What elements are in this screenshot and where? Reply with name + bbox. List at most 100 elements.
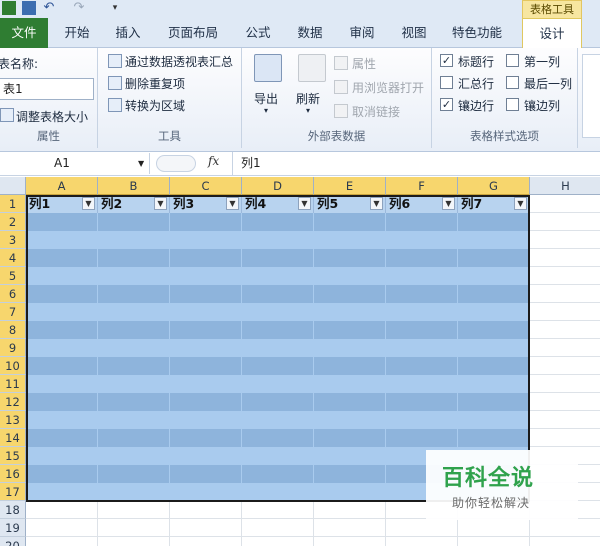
- table-cell[interactable]: [170, 213, 242, 231]
- table-cell[interactable]: [98, 357, 170, 375]
- row-header[interactable]: 12: [0, 393, 26, 411]
- table-cell[interactable]: [98, 285, 170, 303]
- resize-table-button[interactable]: 调整表格大小: [16, 108, 88, 125]
- last-column-checkbox[interactable]: [506, 76, 519, 89]
- row-header[interactable]: 15: [0, 447, 26, 465]
- table-cell[interactable]: [458, 321, 530, 339]
- sheet-cell[interactable]: [530, 375, 600, 393]
- banded-columns-checkbox[interactable]: [506, 98, 519, 111]
- table-cell[interactable]: [98, 249, 170, 267]
- table-cell[interactable]: [458, 303, 530, 321]
- sheet-cell[interactable]: [530, 321, 600, 339]
- remove-duplicates-button[interactable]: 删除重复项: [125, 75, 185, 92]
- sheet-cell[interactable]: [98, 537, 170, 546]
- table-cell[interactable]: [98, 339, 170, 357]
- table-cell[interactable]: [26, 429, 98, 447]
- table-cell[interactable]: [242, 393, 314, 411]
- sheet-cell[interactable]: [530, 411, 600, 429]
- table-cell[interactable]: [26, 303, 98, 321]
- table-cell[interactable]: [170, 357, 242, 375]
- table-cell[interactable]: [242, 339, 314, 357]
- table-cell[interactable]: [26, 465, 98, 483]
- sheet-cell[interactable]: [458, 519, 530, 537]
- table-cell[interactable]: [386, 267, 458, 285]
- table-cell[interactable]: [26, 249, 98, 267]
- row-header[interactable]: 19: [0, 519, 26, 537]
- table-cell[interactable]: [314, 249, 386, 267]
- table-cell[interactable]: [386, 357, 458, 375]
- table-cell[interactable]: [458, 285, 530, 303]
- row-header[interactable]: 3: [0, 231, 26, 249]
- column-header-g[interactable]: G: [458, 177, 530, 195]
- filter-dropdown-icon[interactable]: ▼: [298, 197, 311, 210]
- row-header[interactable]: 5: [0, 267, 26, 285]
- sheet-cell[interactable]: [170, 519, 242, 537]
- table-cell[interactable]: [386, 231, 458, 249]
- save-icon[interactable]: [22, 1, 36, 15]
- table-cell[interactable]: [458, 249, 530, 267]
- table-cell[interactable]: [170, 267, 242, 285]
- tab-page-layout[interactable]: 页面布局: [160, 18, 226, 48]
- sheet-cell[interactable]: [98, 501, 170, 519]
- sheet-cell[interactable]: [530, 195, 600, 213]
- name-box[interactable]: A1 ▼: [0, 153, 150, 174]
- sheet-cell[interactable]: [314, 519, 386, 537]
- table-cell[interactable]: [26, 231, 98, 249]
- table-cell[interactable]: [242, 249, 314, 267]
- refresh-dropdown-icon[interactable]: ▾: [306, 106, 310, 115]
- table-cell[interactable]: [170, 303, 242, 321]
- table-header-cell[interactable]: 列4 ▼: [242, 195, 314, 213]
- table-cell[interactable]: [170, 483, 242, 501]
- table-cell[interactable]: [26, 285, 98, 303]
- formula-bar-splitter[interactable]: [156, 155, 196, 172]
- row-header[interactable]: 7: [0, 303, 26, 321]
- tab-view[interactable]: 视图: [392, 18, 436, 48]
- table-cell[interactable]: [458, 339, 530, 357]
- table-cell[interactable]: [26, 393, 98, 411]
- banded-rows-checkbox[interactable]: ✓: [440, 98, 453, 111]
- table-cell[interactable]: [170, 429, 242, 447]
- table-cell[interactable]: [98, 429, 170, 447]
- sheet-cell[interactable]: [386, 519, 458, 537]
- table-styles-gallery[interactable]: [582, 54, 600, 138]
- table-header-cell[interactable]: 列6 ▼: [386, 195, 458, 213]
- table-cell[interactable]: [170, 465, 242, 483]
- tab-insert[interactable]: 插入: [106, 18, 150, 48]
- tab-design[interactable]: 设计: [522, 18, 582, 49]
- filter-dropdown-icon[interactable]: ▼: [514, 197, 527, 210]
- row-header[interactable]: 13: [0, 411, 26, 429]
- sheet-cell[interactable]: [26, 519, 98, 537]
- table-cell[interactable]: [26, 411, 98, 429]
- table-cell[interactable]: [386, 375, 458, 393]
- table-cell[interactable]: [458, 231, 530, 249]
- table-cell[interactable]: [386, 303, 458, 321]
- table-cell[interactable]: [26, 483, 98, 501]
- tab-review[interactable]: 审阅: [340, 18, 384, 48]
- table-cell[interactable]: [242, 375, 314, 393]
- table-cell[interactable]: [314, 483, 386, 501]
- table-cell[interactable]: [170, 285, 242, 303]
- row-header[interactable]: 8: [0, 321, 26, 339]
- filter-dropdown-icon[interactable]: ▼: [154, 197, 167, 210]
- row-header[interactable]: 6: [0, 285, 26, 303]
- filter-dropdown-icon[interactable]: ▼: [226, 197, 239, 210]
- row-header[interactable]: 4: [0, 249, 26, 267]
- table-header-cell[interactable]: 列1 ▼: [26, 195, 98, 213]
- table-cell[interactable]: [26, 447, 98, 465]
- table-cell[interactable]: [26, 321, 98, 339]
- sheet-cell[interactable]: [530, 285, 600, 303]
- sheet-cell[interactable]: [26, 501, 98, 519]
- sheet-cell[interactable]: [530, 537, 600, 546]
- tab-file[interactable]: 文件: [0, 18, 48, 48]
- table-cell[interactable]: [242, 411, 314, 429]
- sheet-cell[interactable]: [530, 231, 600, 249]
- table-cell[interactable]: [242, 285, 314, 303]
- table-cell[interactable]: [98, 483, 170, 501]
- column-header-e[interactable]: E: [314, 177, 386, 195]
- row-header[interactable]: 2: [0, 213, 26, 231]
- select-all-corner[interactable]: [0, 177, 26, 195]
- refresh-button[interactable]: 刷新: [296, 90, 320, 107]
- table-cell[interactable]: [98, 213, 170, 231]
- table-cell[interactable]: [386, 393, 458, 411]
- filter-dropdown-icon[interactable]: ▼: [82, 197, 95, 210]
